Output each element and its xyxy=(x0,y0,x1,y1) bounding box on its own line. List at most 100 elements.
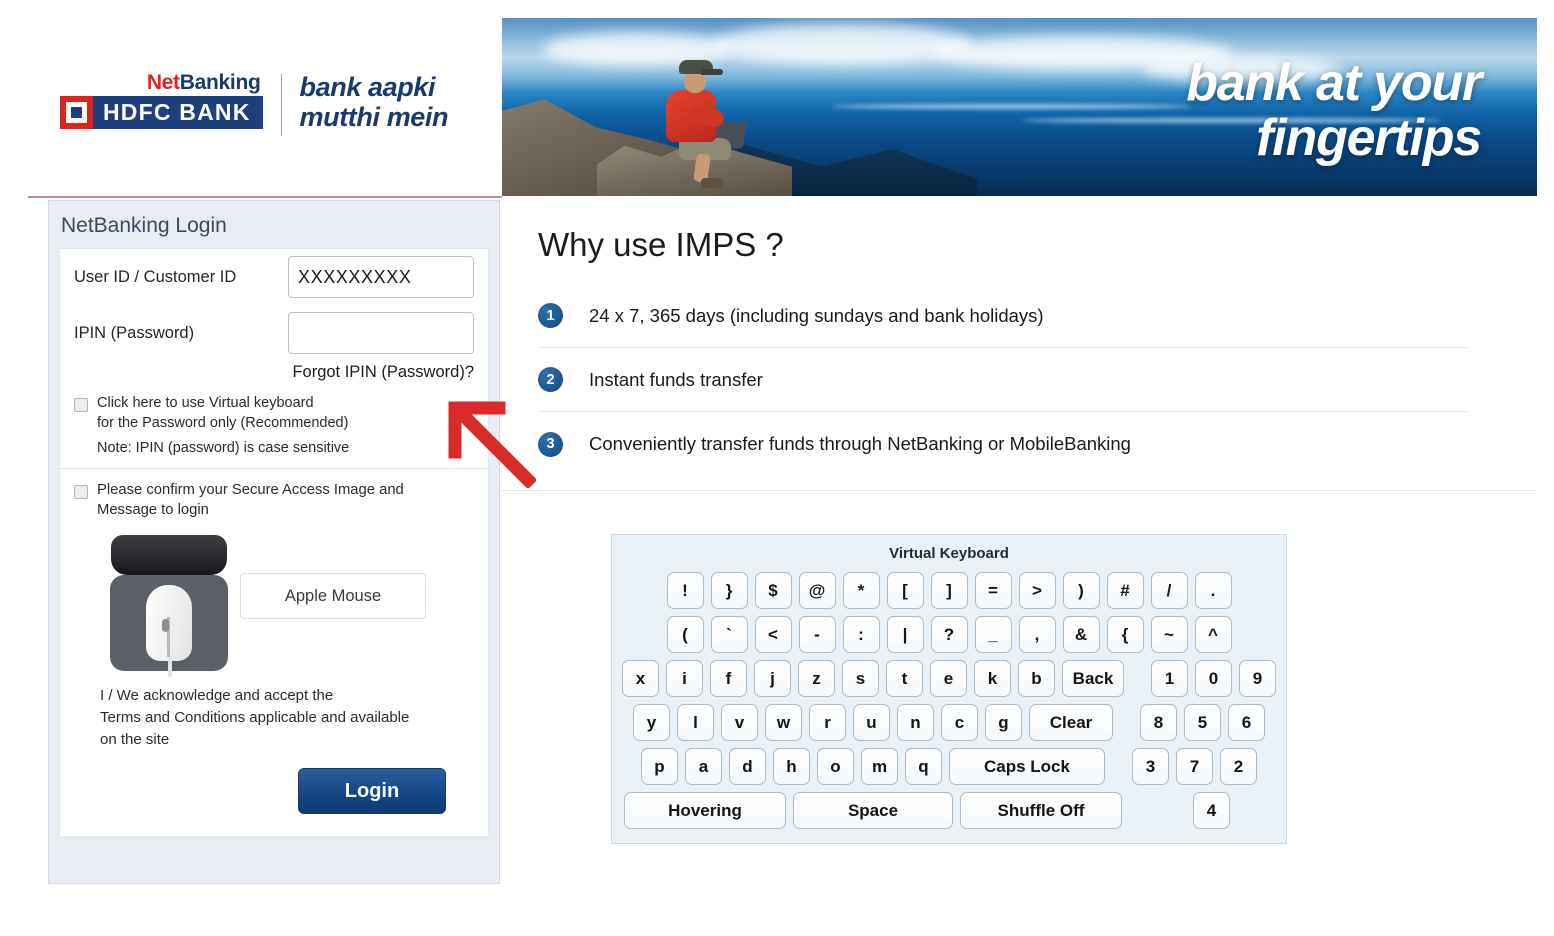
vk-key[interactable]: * xyxy=(842,572,880,609)
header-divider-rule xyxy=(28,196,502,198)
vk-key[interactable]: f xyxy=(710,660,747,697)
vk-number-key[interactable]: 1 xyxy=(1151,660,1188,697)
secure-access-line-1: Please confirm your Secure Access Image … xyxy=(97,482,404,499)
forgot-ipin-row: Forgot IPIN (Password)? xyxy=(60,361,488,390)
vk-key[interactable]: t xyxy=(886,660,923,697)
secure-access-image-row: Apple Mouse xyxy=(60,521,488,678)
vk-key[interactable]: c xyxy=(941,704,978,741)
vk-number-key[interactable]: 2 xyxy=(1220,748,1257,785)
vk-key[interactable]: v xyxy=(721,704,758,741)
vk-shuffle-key[interactable]: Shuffle Off xyxy=(960,792,1122,829)
secure-access-label: Please confirm your Secure Access Image … xyxy=(97,481,404,521)
ipin-row: IPIN (Password) xyxy=(60,305,488,361)
terms-line-3: on the site xyxy=(100,730,170,748)
vk-number-key[interactable]: 3 xyxy=(1132,748,1169,785)
vk-key[interactable]: @ xyxy=(798,572,836,609)
vk-key[interactable]: _ xyxy=(974,616,1012,653)
ipin-password-input[interactable] xyxy=(288,312,474,354)
netbanking-wordmark: NetBanking xyxy=(147,72,261,93)
imps-list-item: 2 Instant funds transfer xyxy=(538,348,1468,412)
vk-clear-key[interactable]: Clear xyxy=(1029,704,1113,741)
user-id-input[interactable] xyxy=(288,256,474,298)
vk-key[interactable]: i xyxy=(666,660,703,697)
vk-key[interactable]: , xyxy=(1018,616,1056,653)
hdfc-logo: NetBanking HDFC BANK bank aapki mutthi m… xyxy=(60,72,449,136)
vk-key[interactable]: } xyxy=(710,572,748,609)
login-button-row: Login xyxy=(60,750,488,836)
vk-number-key[interactable]: 9 xyxy=(1239,660,1276,697)
vk-key[interactable]: r xyxy=(809,704,846,741)
vk-key[interactable]: ! xyxy=(666,572,704,609)
vk-key[interactable]: & xyxy=(1062,616,1100,653)
vk-key[interactable]: / xyxy=(1150,572,1188,609)
ipin-label: IPIN (Password) xyxy=(74,323,195,342)
vk-number-key[interactable]: 7 xyxy=(1176,748,1213,785)
imps-number-badge: 3 xyxy=(538,431,563,457)
logo-lockup: NetBanking HDFC BANK xyxy=(60,72,263,129)
computer-mouse-icon xyxy=(146,585,192,662)
cloud-shape xyxy=(712,24,972,64)
vk-key[interactable]: w xyxy=(765,704,802,741)
vk-key[interactable]: > xyxy=(1018,572,1056,609)
vk-key[interactable]: # xyxy=(1106,572,1144,609)
vk-key[interactable]: | xyxy=(886,616,924,653)
vk-key[interactable]: n xyxy=(897,704,934,741)
vk-key[interactable]: : xyxy=(842,616,880,653)
vk-key[interactable]: ? xyxy=(930,616,968,653)
vk-caps-lock-key[interactable]: Caps Lock xyxy=(949,748,1105,785)
vk-hovering-key[interactable]: Hovering xyxy=(624,792,786,829)
imps-item-text: Conveniently transfer funds through NetB… xyxy=(589,433,1131,454)
vk-key[interactable]: p xyxy=(641,748,678,785)
vk-key[interactable]: g xyxy=(985,704,1022,741)
vk-key[interactable]: - xyxy=(798,616,836,653)
vk-key[interactable]: u xyxy=(853,704,890,741)
vk-key[interactable]: q xyxy=(905,748,942,785)
vk-key[interactable]: e xyxy=(930,660,967,697)
vk-key[interactable]: m xyxy=(861,748,898,785)
vk-key[interactable]: ( xyxy=(666,616,704,653)
vk-key[interactable]: o xyxy=(817,748,854,785)
secure-access-checkbox[interactable] xyxy=(74,485,88,500)
vk-key[interactable]: z xyxy=(798,660,835,697)
vk-number-key[interactable]: 5 xyxy=(1184,704,1221,741)
vk-number-key[interactable]: 8 xyxy=(1140,704,1177,741)
virtual-keyboard-checkbox[interactable] xyxy=(74,398,88,412)
netbanking-net-text: Net xyxy=(146,71,180,94)
banner-headline: bank at your fingertips xyxy=(1186,55,1482,166)
vk-key[interactable]: { xyxy=(1106,616,1144,653)
login-button[interactable]: Login xyxy=(298,768,446,815)
vk-key[interactable]: b xyxy=(1018,660,1055,697)
vk-key[interactable]: < xyxy=(754,616,792,653)
vk-key[interactable]: ` xyxy=(710,616,748,653)
vk-key[interactable]: x xyxy=(622,660,659,697)
vk-space-key[interactable]: Space xyxy=(793,792,953,829)
vk-label-line-1: Click here to use Virtual keyboard xyxy=(97,395,314,411)
vk-key[interactable]: j xyxy=(754,660,791,697)
virtual-keyboard-row-4: y l v w r u n c g Clear 8 5 6 xyxy=(612,704,1286,741)
vk-key[interactable]: l xyxy=(677,704,714,741)
vk-number-key[interactable]: 0 xyxy=(1195,660,1232,697)
vk-key[interactable]: [ xyxy=(886,572,924,609)
vk-key[interactable]: d xyxy=(729,748,766,785)
vk-key[interactable]: = xyxy=(974,572,1012,609)
vk-key[interactable]: a xyxy=(685,748,722,785)
cap-brim xyxy=(701,69,723,75)
vk-key[interactable]: . xyxy=(1194,572,1232,609)
vk-key[interactable]: k xyxy=(974,660,1011,697)
vk-key[interactable]: s xyxy=(842,660,879,697)
vk-number-key[interactable]: 4 xyxy=(1193,792,1230,829)
vk-key[interactable]: $ xyxy=(754,572,792,609)
forgot-ipin-link[interactable]: Forgot IPIN (Password)? xyxy=(292,363,474,381)
secure-access-checkbox-row[interactable]: Please confirm your Secure Access Image … xyxy=(60,469,488,521)
vk-key[interactable]: ) xyxy=(1062,572,1100,609)
virtual-keyboard-checkbox-row[interactable]: Click here to use Virtual keyboard for t… xyxy=(60,390,488,433)
vk-backspace-key[interactable]: Back xyxy=(1062,660,1124,697)
hdfc-square-logo-icon xyxy=(60,96,93,129)
vk-number-key[interactable]: 6 xyxy=(1228,704,1265,741)
vk-key[interactable]: ~ xyxy=(1150,616,1188,653)
vk-key[interactable]: ] xyxy=(930,572,968,609)
secure-access-message-box: Apple Mouse xyxy=(240,573,426,620)
vk-key[interactable]: ^ xyxy=(1194,616,1232,653)
vk-key[interactable]: h xyxy=(773,748,810,785)
vk-key[interactable]: y xyxy=(633,704,670,741)
